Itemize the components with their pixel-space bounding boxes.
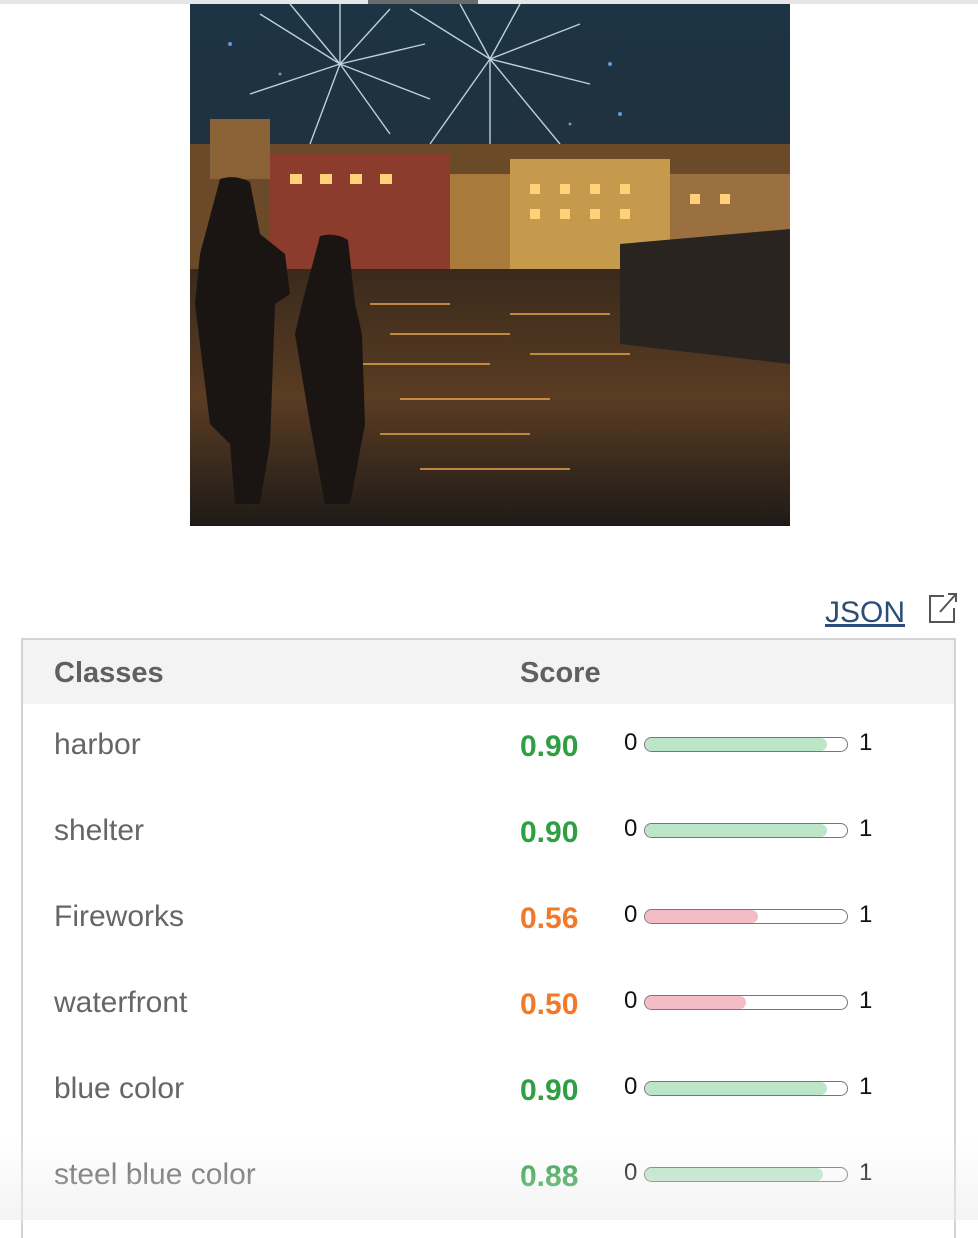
meter-max-label: 1: [859, 901, 873, 928]
score-meter-fill: [645, 1082, 827, 1095]
score-meter: [644, 1167, 848, 1182]
external-link-icon[interactable]: [924, 590, 960, 626]
class-label: blue color: [54, 1072, 185, 1105]
meter-min-label: 0: [624, 729, 638, 756]
meter-max-label: 1: [859, 815, 873, 842]
table-row: shelter 0.90 0 1: [23, 790, 954, 876]
class-label: Fireworks: [54, 900, 185, 933]
table-header: Classes Score: [23, 640, 954, 704]
meter-max-label: 1: [859, 987, 873, 1014]
table-row: Fireworks 0.56 0 1: [23, 876, 954, 962]
score-meter-fill: [645, 910, 759, 923]
score-meter-fill: [645, 996, 746, 1009]
class-label: steel blue color: [54, 1158, 256, 1191]
meter-min-label: 0: [624, 815, 638, 842]
table-row: harbor 0.90 0 1: [23, 704, 954, 790]
score-value: 0.88: [520, 1160, 579, 1193]
score-meter: [644, 909, 848, 924]
score-meter: [644, 823, 848, 838]
score-value: 0.90: [520, 730, 579, 763]
meter-max-label: 1: [859, 729, 873, 756]
class-label: harbor: [54, 728, 141, 761]
classification-table: Classes Score harbor 0.90 0 1 shelter 0.90 0 1 F…: [21, 638, 956, 1238]
fireworks-photo: [190, 4, 790, 526]
meter-min-label: 0: [624, 1073, 638, 1100]
score-meter-fill: [645, 738, 827, 751]
score-meter: [644, 737, 848, 752]
meter-min-label: 0: [624, 901, 638, 928]
json-link[interactable]: JSON: [825, 596, 905, 630]
meter-min-label: 0: [624, 987, 638, 1014]
table-row: waterfront 0.50 0 1: [23, 962, 954, 1048]
table-row: blue color 0.90 0 1: [23, 1048, 954, 1134]
class-label: waterfront: [54, 986, 188, 1019]
score-meter-fill: [645, 1168, 823, 1181]
score-value: 0.56: [520, 902, 579, 935]
score-value: 0.90: [520, 1074, 579, 1107]
score-header: Score: [520, 657, 601, 689]
classes-header: Classes: [54, 657, 164, 689]
score-meter: [644, 1081, 848, 1096]
score-value: 0.90: [520, 816, 579, 849]
table-row: steel blue color 0.88 0 1: [23, 1134, 954, 1220]
score-value: 0.50: [520, 988, 579, 1021]
meter-min-label: 0: [624, 1159, 638, 1186]
meter-max-label: 1: [859, 1073, 873, 1100]
score-meter-fill: [645, 824, 827, 837]
class-label: shelter: [54, 814, 145, 847]
meter-max-label: 1: [859, 1159, 873, 1186]
score-meter: [644, 995, 848, 1010]
